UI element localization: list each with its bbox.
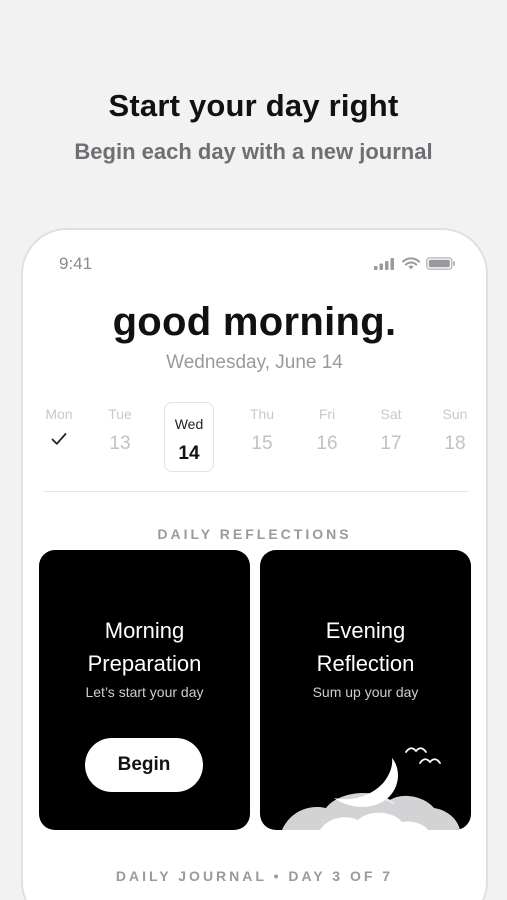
day-number: 15 <box>251 433 273 454</box>
card-title-line2: Reflection <box>316 651 415 676</box>
day-name: Wed <box>174 416 204 432</box>
card-title-line2: Preparation <box>87 651 202 676</box>
day-sun[interactable]: Sun 18 <box>430 404 480 456</box>
day-name: Tue <box>108 406 132 422</box>
day-wed-selected[interactable]: Wed 14 <box>164 402 214 472</box>
hero-subtitle: Begin each day with a new journal <box>74 139 433 164</box>
day-name: Sat <box>380 406 402 422</box>
card-title-line1: Morning <box>104 618 185 643</box>
checkmark-icon <box>51 433 67 445</box>
hero-title: Start your day right <box>108 88 399 123</box>
divider <box>43 491 469 492</box>
day-mon[interactable]: Mon <box>34 404 84 446</box>
status-time: 9:41 <box>59 254 93 273</box>
card-title: Evening Reflection <box>260 614 471 680</box>
day-fri[interactable]: Fri 16 <box>302 404 352 456</box>
birds-icon <box>405 747 441 764</box>
day-name: Fri <box>318 406 336 422</box>
battery-icon <box>426 257 455 270</box>
day-thu[interactable]: Thu 15 <box>237 404 287 456</box>
greeting: good morning. <box>112 300 397 344</box>
week-strip: Mon Tue 13 Wed 14 Thu 15 Fri 16 Sat 17 S… <box>23 402 486 474</box>
evening-reflection-card[interactable]: Evening Reflection Sum up your day <box>260 550 471 830</box>
day-sat[interactable]: Sat 17 <box>366 404 416 456</box>
card-subtitle: Sum up your day <box>312 684 419 700</box>
day-name: Mon <box>45 406 73 422</box>
day-number: 18 <box>444 433 466 454</box>
day-number: 13 <box>109 433 131 454</box>
begin-button[interactable]: Begin <box>85 738 203 792</box>
daily-journal-label: DAILY JOURNAL • DAY 3 OF 7 <box>115 868 394 884</box>
current-date: Wednesday, June 14 <box>166 352 343 373</box>
day-number: 17 <box>380 433 402 454</box>
card-subtitle: Let’s start your day <box>85 684 204 700</box>
card-title-line1: Evening <box>325 618 406 643</box>
morning-preparation-card[interactable]: Morning Preparation Let’s start your day… <box>39 550 250 830</box>
cellular-signal-icon <box>374 257 394 270</box>
phone-frame: 9:41 good morning. Wednesday, June 14 Mo… <box>21 228 488 900</box>
day-number: 14 <box>178 443 200 464</box>
day-tue[interactable]: Tue 13 <box>95 404 145 456</box>
day-number: 16 <box>316 433 338 454</box>
day-name: Thu <box>249 406 275 422</box>
daily-reflections-label: DAILY REFLECTIONS <box>157 526 352 542</box>
wifi-icon <box>402 257 420 270</box>
status-icons <box>374 257 456 270</box>
card-title: Morning Preparation <box>39 614 250 680</box>
day-name: Sun <box>442 406 468 422</box>
night-scene-illustration <box>282 747 460 830</box>
